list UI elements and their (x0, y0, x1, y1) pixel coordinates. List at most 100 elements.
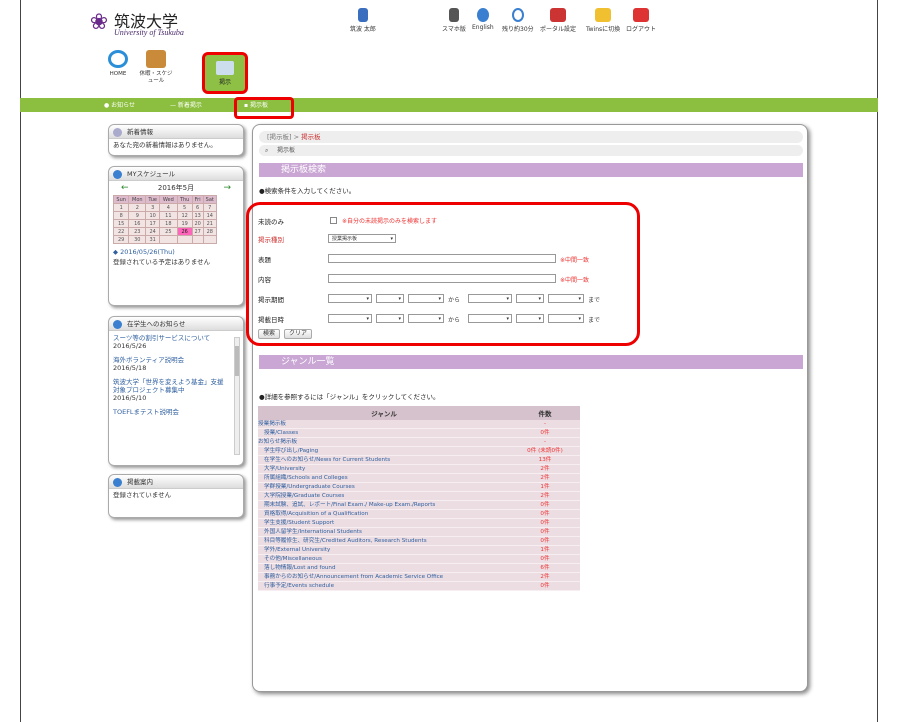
date-start-year[interactable]: ▾ (328, 314, 372, 323)
calendar-day[interactable]: 16 (128, 219, 147, 228)
title-input[interactable] (328, 254, 556, 263)
content-input[interactable] (328, 274, 556, 283)
calendar-day[interactable]: 29 (112, 235, 130, 244)
notice-link[interactable]: TOEFLまテスト説明会 (113, 408, 229, 416)
period-start-day[interactable]: ▾ (408, 294, 444, 303)
clear-button[interactable]: クリア (284, 329, 313, 339)
chevron-down-icon: ▾ (390, 236, 393, 242)
calendar-day[interactable]: 8 (112, 211, 130, 220)
calendar-day[interactable]: 27 (191, 227, 204, 236)
table-row: 事務からのお知らせ/Announcement from Academic Ser… (258, 572, 580, 583)
calendar-day[interactable]: 20 (191, 219, 204, 228)
genre-link[interactable]: お知らせ掲示板 (258, 437, 510, 448)
period-end-year[interactable]: ▾ (468, 294, 512, 303)
date-start-day[interactable]: ▾ (408, 314, 444, 323)
calendar-day[interactable]: 3 (145, 203, 161, 212)
english-link[interactable]: English (472, 8, 494, 31)
period-end-day[interactable]: ▾ (548, 294, 584, 303)
calendar-day[interactable]: 2 (128, 203, 147, 212)
type-select[interactable]: 授業掲示板 ▾ (328, 234, 396, 243)
calendar-day[interactable]: 13 (191, 211, 204, 220)
calendar-day[interactable]: 18 (159, 219, 178, 228)
calendar-day[interactable]: 25 (159, 227, 178, 236)
session-timer[interactable]: 残り約30分 (502, 8, 534, 33)
genre-link[interactable]: 学群授業/Undergraduate Courses (258, 482, 510, 493)
genre-link[interactable]: 学生呼び出し/Paging (258, 446, 510, 457)
university-logo[interactable]: ❀ (86, 10, 112, 36)
genre-link[interactable]: 学生支援/Student Support (258, 518, 510, 529)
genre-link[interactable]: その他/Miscellaneous (258, 554, 510, 565)
scrollbar-thumb[interactable] (235, 346, 239, 376)
genre-link[interactable]: 所属組織/Schools and Colleges (258, 473, 510, 484)
greenbar-new[interactable]: — 新着掲示 (170, 100, 202, 109)
smartphone-link[interactable]: スマホ版 (442, 8, 466, 33)
calendar-day[interactable]: 17 (145, 219, 161, 228)
date-start-month[interactable]: ▾ (376, 314, 404, 323)
genre-link[interactable]: 大学院授業/Graduate Courses (258, 491, 510, 502)
period-start-month[interactable]: ▾ (376, 294, 404, 303)
user-menu[interactable]: 筑波 太郎 (350, 8, 376, 33)
calendar-day[interactable]: 6 (191, 203, 204, 212)
genre-link[interactable]: 授業/Classes (258, 428, 510, 439)
genre-link[interactable]: 落し物情報/Lost and found (258, 563, 510, 574)
calendar-day[interactable]: 1 (112, 203, 130, 212)
calendar-day[interactable]: 5 (176, 203, 193, 212)
unread-checkbox[interactable] (330, 217, 337, 224)
crumb-prefix[interactable]: [掲示板] > (267, 133, 301, 141)
genre-link[interactable]: 在学生へのお知らせ/News for Current Students (258, 455, 510, 466)
notice-link[interactable]: 海外ボランティア説明会 (113, 356, 229, 364)
nav-board[interactable]: 掲示 (202, 52, 248, 94)
table-row: 学群授業/Undergraduate Courses 1件 (258, 482, 580, 493)
genre-link[interactable]: 科目等履修生、研究生/Credited Auditors, Research S… (258, 536, 510, 547)
calendar-day[interactable]: 28 (202, 227, 218, 236)
genre-count: - (510, 437, 580, 448)
date-end-year[interactable]: ▾ (468, 314, 512, 323)
calendar-day[interactable]: 21 (202, 219, 218, 228)
calendar-day (159, 235, 178, 244)
calendar-day[interactable]: 7 (202, 203, 218, 212)
panel-header: MYスケジュール (109, 167, 243, 181)
calendar-day[interactable]: 12 (176, 211, 193, 220)
genre-link[interactable]: 資格取得/Acquisition of a Qualification (258, 509, 510, 520)
genre-link[interactable]: 行事予定/Events schedule (258, 581, 510, 592)
calendar-day[interactable]: 31 (145, 235, 161, 244)
period-end-month[interactable]: ▾ (516, 294, 544, 303)
genre-link[interactable]: 外国人留学生/International Students (258, 527, 510, 538)
genre-link[interactable]: 学外/External University (258, 545, 510, 556)
nav-home[interactable]: HOME (100, 50, 136, 78)
genre-link[interactable]: 授業掲示板 (258, 420, 510, 430)
schedule-date-link[interactable]: ◆ 2016/05/26(Thu) (109, 244, 243, 256)
greenbar-notice[interactable]: ● お知らせ (104, 100, 135, 109)
calendar-day[interactable]: 23 (128, 227, 147, 236)
calendar-day[interactable]: 19 (176, 219, 193, 228)
new-info-panel: 新着情報 あなた宛の新着情報はありません。 (108, 124, 244, 156)
portal-settings-link[interactable]: ポータル設定 (540, 8, 576, 33)
calendar-day[interactable]: 30 (128, 235, 147, 244)
search-button[interactable]: 検索 (258, 329, 281, 339)
twins-switch-link[interactable]: Twinsに切換 (586, 8, 620, 33)
calendar-day[interactable]: 24 (145, 227, 161, 236)
date-end-day[interactable]: ▾ (548, 314, 584, 323)
date-end-month[interactable]: ▾ (516, 314, 544, 323)
notice-link[interactable]: スーツ等の割引サービスについて (113, 334, 229, 342)
nav-schedule[interactable]: 休暇・スケジュール (138, 50, 174, 85)
calendar-day[interactable]: 15 (112, 219, 130, 228)
logout-link[interactable]: ログアウト (626, 8, 656, 33)
calendar-day[interactable]: 14 (202, 211, 218, 220)
period-start-year[interactable]: ▾ (328, 294, 372, 303)
notice-scrollbar[interactable] (234, 337, 240, 455)
prev-month-arrow-icon[interactable]: ← (121, 181, 129, 195)
calendar-day[interactable]: 22 (112, 227, 130, 236)
next-month-arrow-icon[interactable]: → (223, 181, 231, 195)
table-row: 資格取得/Acquisition of a Qualification 0件 (258, 509, 580, 520)
calendar-day[interactable]: 11 (159, 211, 178, 220)
calendar-day[interactable]: 9 (128, 211, 147, 220)
notice-link[interactable]: 筑波大学「世界を変えよう基金」支援対象プロジェクト募集中 (113, 378, 229, 394)
genre-link[interactable]: 事務からのお知らせ/Announcement from Academic Ser… (258, 572, 510, 583)
calendar-day[interactable]: 4 (159, 203, 178, 212)
genre-link[interactable]: 大学/University (258, 464, 510, 475)
info-icon (113, 320, 122, 329)
genre-link[interactable]: 期末試験、追試、レポート/Final Exam./ Make-up Exam./… (258, 500, 510, 511)
calendar-day[interactable]: 10 (145, 211, 161, 220)
calendar-day[interactable]: 26 (176, 227, 193, 236)
